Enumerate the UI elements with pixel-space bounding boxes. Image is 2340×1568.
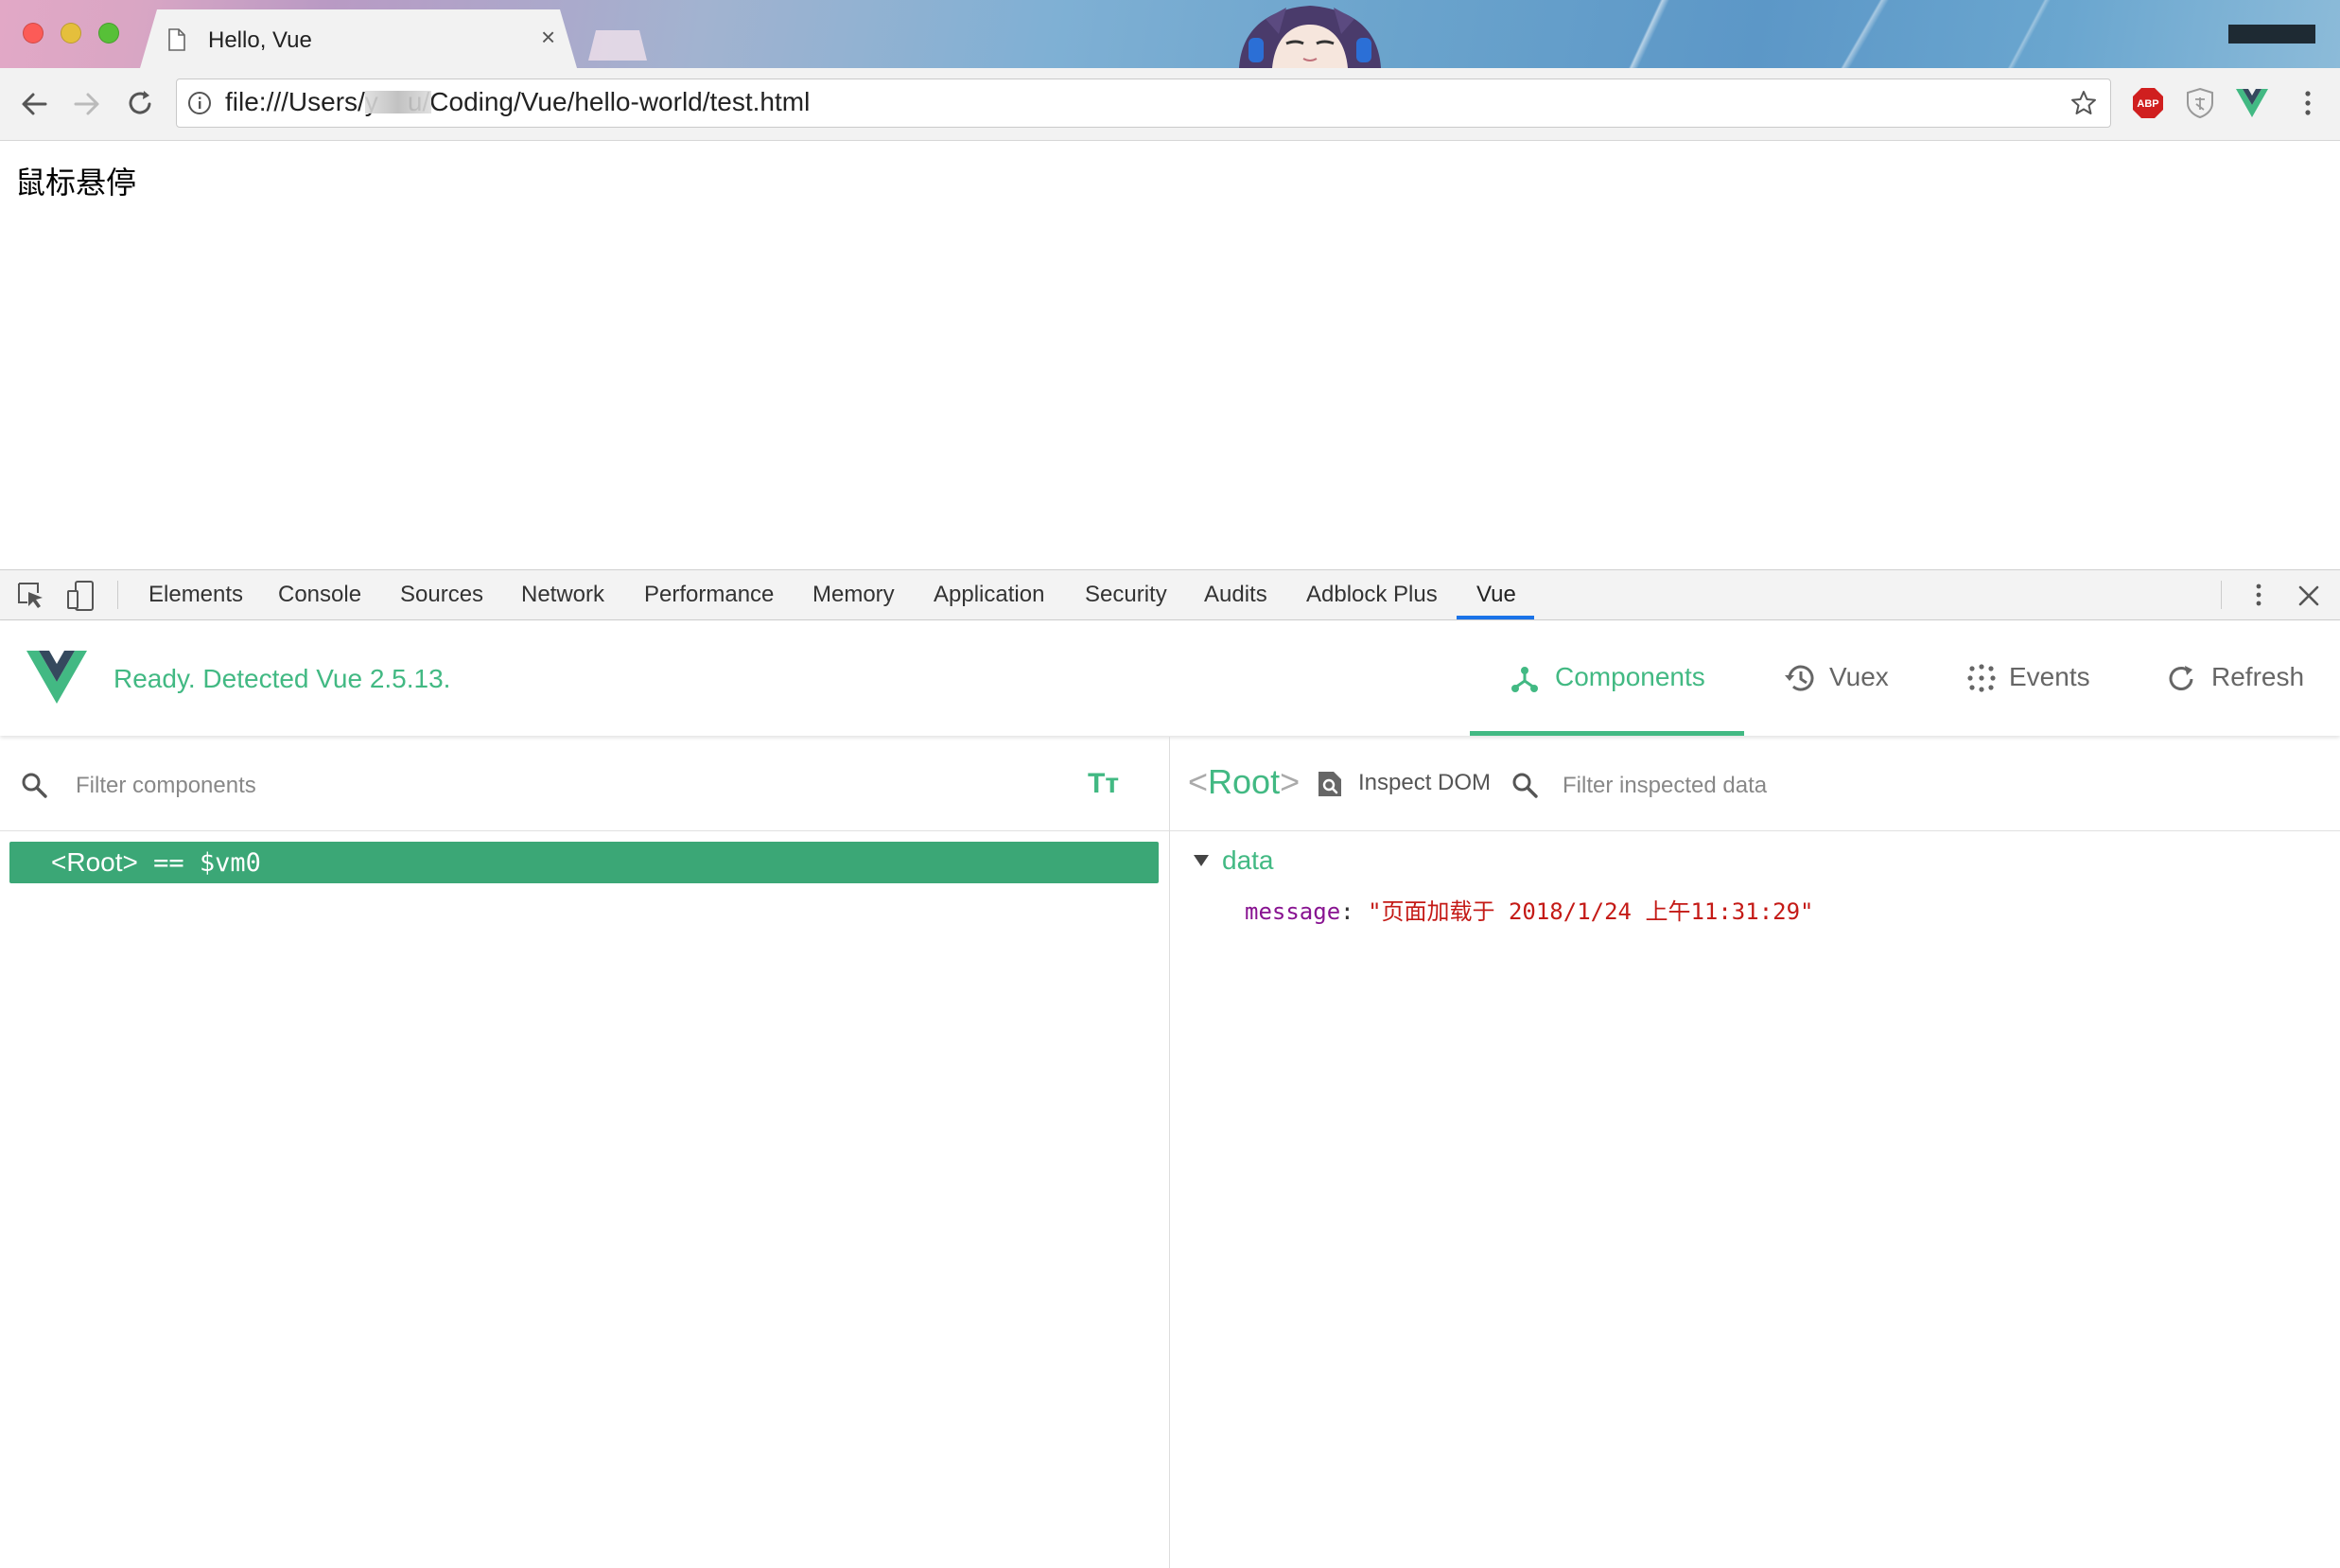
title-close-bracket: >	[1280, 762, 1301, 801]
adblock-plus-icon[interactable]: ABP	[2132, 87, 2164, 119]
property-value[interactable]: "页面加载于 2018/1/24 上午11:31:29"	[1368, 898, 1813, 925]
expand-triangle-icon[interactable]	[1194, 855, 1209, 866]
root-component-label[interactable]: <Root> == $vm0	[51, 847, 261, 878]
inspect-dom-icon[interactable]	[1317, 770, 1343, 798]
reload-icon[interactable]	[119, 83, 161, 125]
inspected-component-title: <Root>	[1188, 762, 1300, 802]
toolbar-divider	[2221, 581, 2222, 609]
title-open-bracket: <	[1188, 762, 1209, 801]
search-icon	[22, 773, 47, 798]
tab-components[interactable]: Components	[1510, 662, 1705, 692]
tab-elements[interactable]: Elements	[148, 582, 243, 608]
window-close-button[interactable]	[23, 23, 44, 44]
tab-events[interactable]: Events	[1967, 662, 2090, 692]
page-hover-text[interactable]: 鼠标悬停	[15, 159, 136, 202]
active-tab-indicator	[1457, 616, 1534, 619]
forward-arrow-icon[interactable]	[66, 83, 108, 125]
device-toolbar-icon[interactable]	[66, 580, 96, 612]
vue-devtools-extension-icon[interactable]	[2236, 89, 2268, 117]
profile-button[interactable]	[2228, 25, 2315, 44]
bookmark-star-icon[interactable]	[2069, 89, 2098, 117]
tab-network[interactable]: Network	[521, 582, 604, 608]
tab-events-label: Events	[2009, 662, 2090, 691]
inspect-element-icon[interactable]	[17, 582, 45, 610]
active-nav-indicator	[1470, 731, 1744, 736]
vue-status-text: Ready. Detected Vue 2.5.13.	[114, 664, 451, 693]
root-tag: <Root>	[51, 847, 138, 877]
tab-components-label: Components	[1555, 662, 1705, 691]
anime-avatar-image	[1239, 6, 1381, 68]
text-size-toggle-icon[interactable]: Tт	[1088, 768, 1119, 800]
more-vertical-icon[interactable]	[2296, 87, 2319, 119]
tab-vue[interactable]: Vue	[1476, 582, 1516, 608]
tab-performance[interactable]: Performance	[644, 582, 774, 608]
components-tree-icon	[1511, 667, 1538, 692]
inspect-dom-button[interactable]: Inspect DOM	[1358, 770, 1491, 796]
tab-memory[interactable]: Memory	[812, 582, 895, 608]
tab-vuex-label: Vuex	[1829, 662, 1889, 691]
history-icon	[1785, 665, 1814, 691]
browser-tab-active[interactable]	[140, 9, 577, 68]
title-component-name: Root	[1208, 762, 1281, 801]
document-icon	[168, 28, 185, 51]
svg-text:ABP: ABP	[2137, 98, 2158, 110]
close-devtools-icon[interactable]	[2296, 584, 2321, 608]
refresh-label: Refresh	[2211, 662, 2305, 691]
events-dots-icon	[1967, 664, 1996, 692]
tab-adblock-plus[interactable]: Adblock Plus	[1306, 582, 1438, 608]
tab-vuex[interactable]: Vuex	[1784, 662, 1889, 692]
info-icon[interactable]	[187, 91, 212, 115]
back-arrow-icon[interactable]	[13, 83, 55, 125]
filter-components-input[interactable]	[74, 768, 645, 804]
vue-logo-icon	[26, 651, 87, 704]
refresh-button[interactable]: Refresh	[2166, 662, 2304, 692]
data-section-label[interactable]: data	[1222, 845, 1274, 876]
tab-sources[interactable]: Sources	[400, 582, 483, 608]
window-maximize-button[interactable]	[98, 23, 119, 44]
redacted-username	[365, 91, 431, 113]
new-tab-button[interactable]	[588, 30, 647, 61]
toolbar-divider	[117, 581, 118, 609]
tab-title: Hello, Vue	[208, 27, 312, 53]
devtools-menu-icon[interactable]	[2247, 581, 2270, 609]
tab-close-icon[interactable]: ×	[541, 25, 555, 49]
pane-split-divider[interactable]	[1169, 737, 1170, 1568]
filter-inspected-data-input[interactable]	[1561, 768, 2132, 804]
property-key: message	[1245, 898, 1341, 925]
tab-console[interactable]: Console	[278, 582, 361, 608]
property-colon: :	[1340, 898, 1369, 925]
refresh-icon	[2169, 666, 2193, 690]
url-text[interactable]: file:///Users/y u/Coding/Vue/hello-world…	[225, 87, 810, 117]
shield-extension-icon[interactable]	[2185, 87, 2215, 119]
window-minimize-button[interactable]	[61, 23, 81, 44]
search-icon	[1512, 773, 1538, 798]
data-property-row[interactable]: message: "页面加载于 2018/1/24 上午11:31:29"	[1245, 893, 1814, 926]
tab-application[interactable]: Application	[934, 582, 1044, 608]
tab-audits[interactable]: Audits	[1204, 582, 1267, 608]
root-vm-ref: == $vm0	[137, 848, 261, 878]
tab-security[interactable]: Security	[1085, 582, 1167, 608]
